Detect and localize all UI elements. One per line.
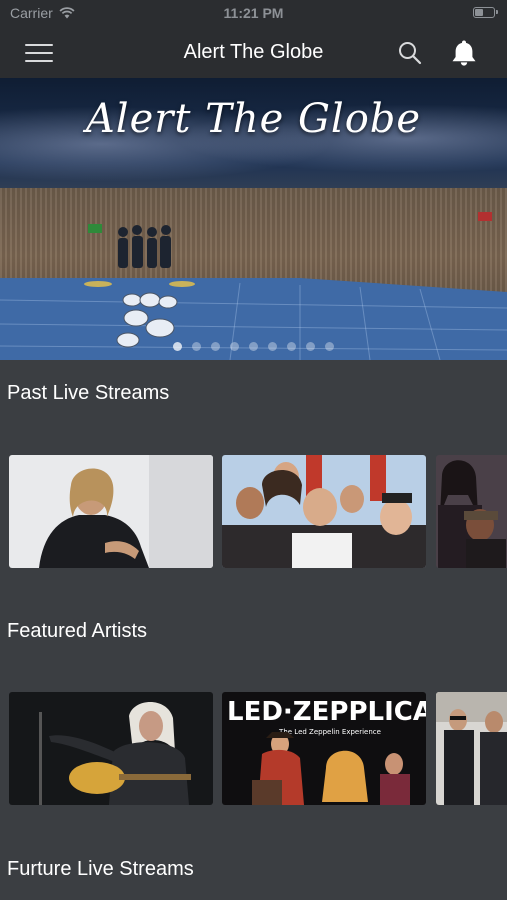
led-zepplica-tagline: The Led Zeppelin Experience (278, 728, 381, 736)
carousel-pagination (0, 342, 507, 351)
carousel-dot[interactable] (249, 342, 258, 351)
carousel-dot[interactable] (306, 342, 315, 351)
bell-icon[interactable] (448, 38, 480, 68)
carousel-dot[interactable] (173, 342, 182, 351)
stream-thumbnail[interactable] (222, 455, 426, 568)
artist-thumbnail[interactable] (9, 692, 213, 805)
past-live-streams-row (9, 455, 507, 568)
page-title: Alert The Globe (183, 41, 324, 63)
carousel-dot[interactable] (211, 342, 220, 351)
nav-bar: Alert The Globe (0, 28, 507, 78)
hero-title: Alert The Globe (85, 96, 422, 142)
search-icon[interactable] (397, 40, 423, 66)
hamburger-menu-icon[interactable] (25, 42, 53, 64)
carousel-dot[interactable] (230, 342, 239, 351)
carousel-dot[interactable] (287, 342, 296, 351)
section-title-future-live-streams: Furture Live Streams (7, 858, 194, 880)
featured-artists-row: LED·ZEPPLICA The Led Zeppelin Experience (9, 692, 507, 805)
carousel-dot[interactable] (192, 342, 201, 351)
section-title-featured-artists: Featured Artists (7, 620, 148, 642)
status-time: 11:21 PM (223, 5, 284, 21)
carousel-dot[interactable] (325, 342, 334, 351)
status-bar: Carrier 11:21 PM (0, 0, 507, 28)
led-zepplica-logo: LED·ZEPPLICA (227, 697, 426, 727)
stream-thumbnail[interactable] (436, 455, 507, 568)
battery-icon (473, 7, 498, 18)
section-title-past-live-streams: Past Live Streams (7, 382, 170, 404)
artist-thumbnail[interactable]: LED·ZEPPLICA The Led Zeppelin Experience (222, 692, 426, 805)
hero-banner[interactable]: Alert The Globe (0, 78, 507, 360)
stream-thumbnail[interactable] (9, 455, 213, 568)
artist-thumbnail[interactable] (436, 692, 507, 805)
carousel-dot[interactable] (268, 342, 277, 351)
